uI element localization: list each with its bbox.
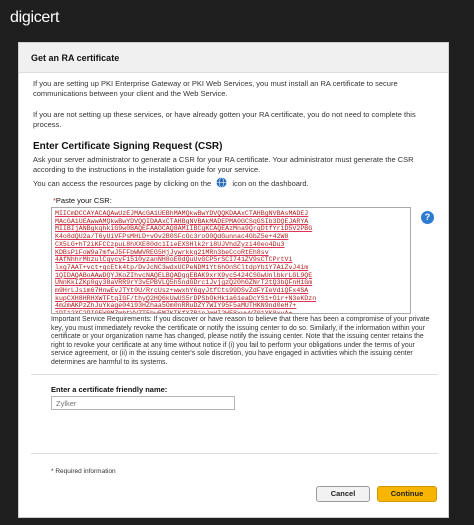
- csr-text-line: CX5LG+hT2iKFCCzpuL8hXXE80dc1IieEXSHlk2ri…: [55, 240, 285, 248]
- csr-text-line: 4AfNhhrMbzulCqycyF1510yzanNH8oE0dQuUvGCP…: [55, 256, 293, 264]
- csr-text-line: KDBsPiFoW9a7mfwJ5FFbWWVREG5HjJywrkkg21MR…: [55, 248, 269, 256]
- csr-text-line: kupCXH8HRHXWTFtqIGF/thyQ2HQ6kUwUS5rDPSbO…: [55, 294, 317, 302]
- dialog-header: Get an RA certificate: [19, 43, 448, 73]
- resources-hint-after: icon on the dashboard.: [232, 178, 309, 188]
- dialog-title: Get an RA certificate: [31, 53, 120, 63]
- divider: [31, 453, 438, 454]
- logo-text: digicert: [10, 9, 60, 26]
- csr-label-text: Paste your CSR:: [55, 196, 112, 205]
- divider: [31, 374, 438, 375]
- intro-paragraph-2: If you are not setting up these services…: [33, 110, 416, 129]
- help-icon[interactable]: ?: [421, 211, 434, 224]
- csr-heading: Enter Certificate Signing Request (CSR): [33, 141, 223, 152]
- intro-paragraph-1: If you are setting up PKI Enterprise Gat…: [33, 79, 398, 98]
- csr-text-line: m9HrLJsim67HnwEvJTYt0U/RrcUsz+wwxhY6qyJt…: [55, 287, 309, 295]
- csr-description: Ask your server administrator to generat…: [33, 155, 414, 174]
- csr-textarea[interactable]: MIICmDCCAYACAQAwUzEJMAcGA1UEBhMAMQkwBwYD…: [51, 207, 411, 314]
- continue-button[interactable]: Continue: [377, 486, 437, 502]
- cancel-button[interactable]: Cancel: [316, 486, 370, 502]
- digicert-logo: digicert: [10, 9, 59, 27]
- friendly-name-label: Enter a certificate friendly name:: [51, 385, 168, 394]
- csr-label: *Paste your CSR:: [53, 196, 112, 205]
- csr-text-line: lxg7AAT+vct+qcEtk4tp/DvJcNC3wdxUCPeNDM1Y…: [55, 263, 309, 271]
- csr-text-line: MAcGA1UEAwwAMQkwBwYDVQQIDAAxCTAHBgNVBAkM…: [55, 217, 309, 225]
- service-requirements-text: Important Service Requirements: If you d…: [51, 316, 430, 366]
- csr-text-line: 4m2mAKPzZhJuYkage04i93HZhaa5Om0nRRuDZY7W…: [55, 302, 297, 310]
- csr-text-line: MIICmDCCAYACAQAwUzEJMAcGA1UEBhMAMQkwBwYD…: [55, 210, 309, 217]
- csr-text-line: UNnKkIZKp0gy38aVRR9rY3vEPBVLQ5hSndGDrc1J…: [55, 279, 313, 287]
- csr-text-line: 1QIDAQABoAAwDQYJKoZIhvcNAQELBQADggEBAK9x…: [55, 271, 313, 279]
- ra-certificate-dialog: Get an RA certificate If you are setting…: [18, 42, 449, 518]
- csr-text-line: K4o8dQU2a/T6yUiVFPsMHLD+vOv2B0SFcOc3roO0…: [55, 233, 289, 241]
- required-information-note: * Required information: [51, 468, 116, 475]
- friendly-name-input[interactable]: [51, 396, 235, 410]
- resources-hint: You can access the resources page by cli…: [33, 177, 435, 191]
- top-bar: digicert: [0, 0, 474, 36]
- globe-icon[interactable]: [216, 177, 227, 191]
- resources-hint-before: You can access the resources page by cli…: [33, 178, 212, 188]
- csr-text-line: 1PI12XF2PIGEW0MZmbtVVZT5bw5M7KTKfYZRjpJm…: [55, 310, 293, 314]
- csr-text-line: MIIBIjANBgkqhkiG9w0BAQEFAAOCAQ8AMIIBCgKC…: [55, 225, 313, 233]
